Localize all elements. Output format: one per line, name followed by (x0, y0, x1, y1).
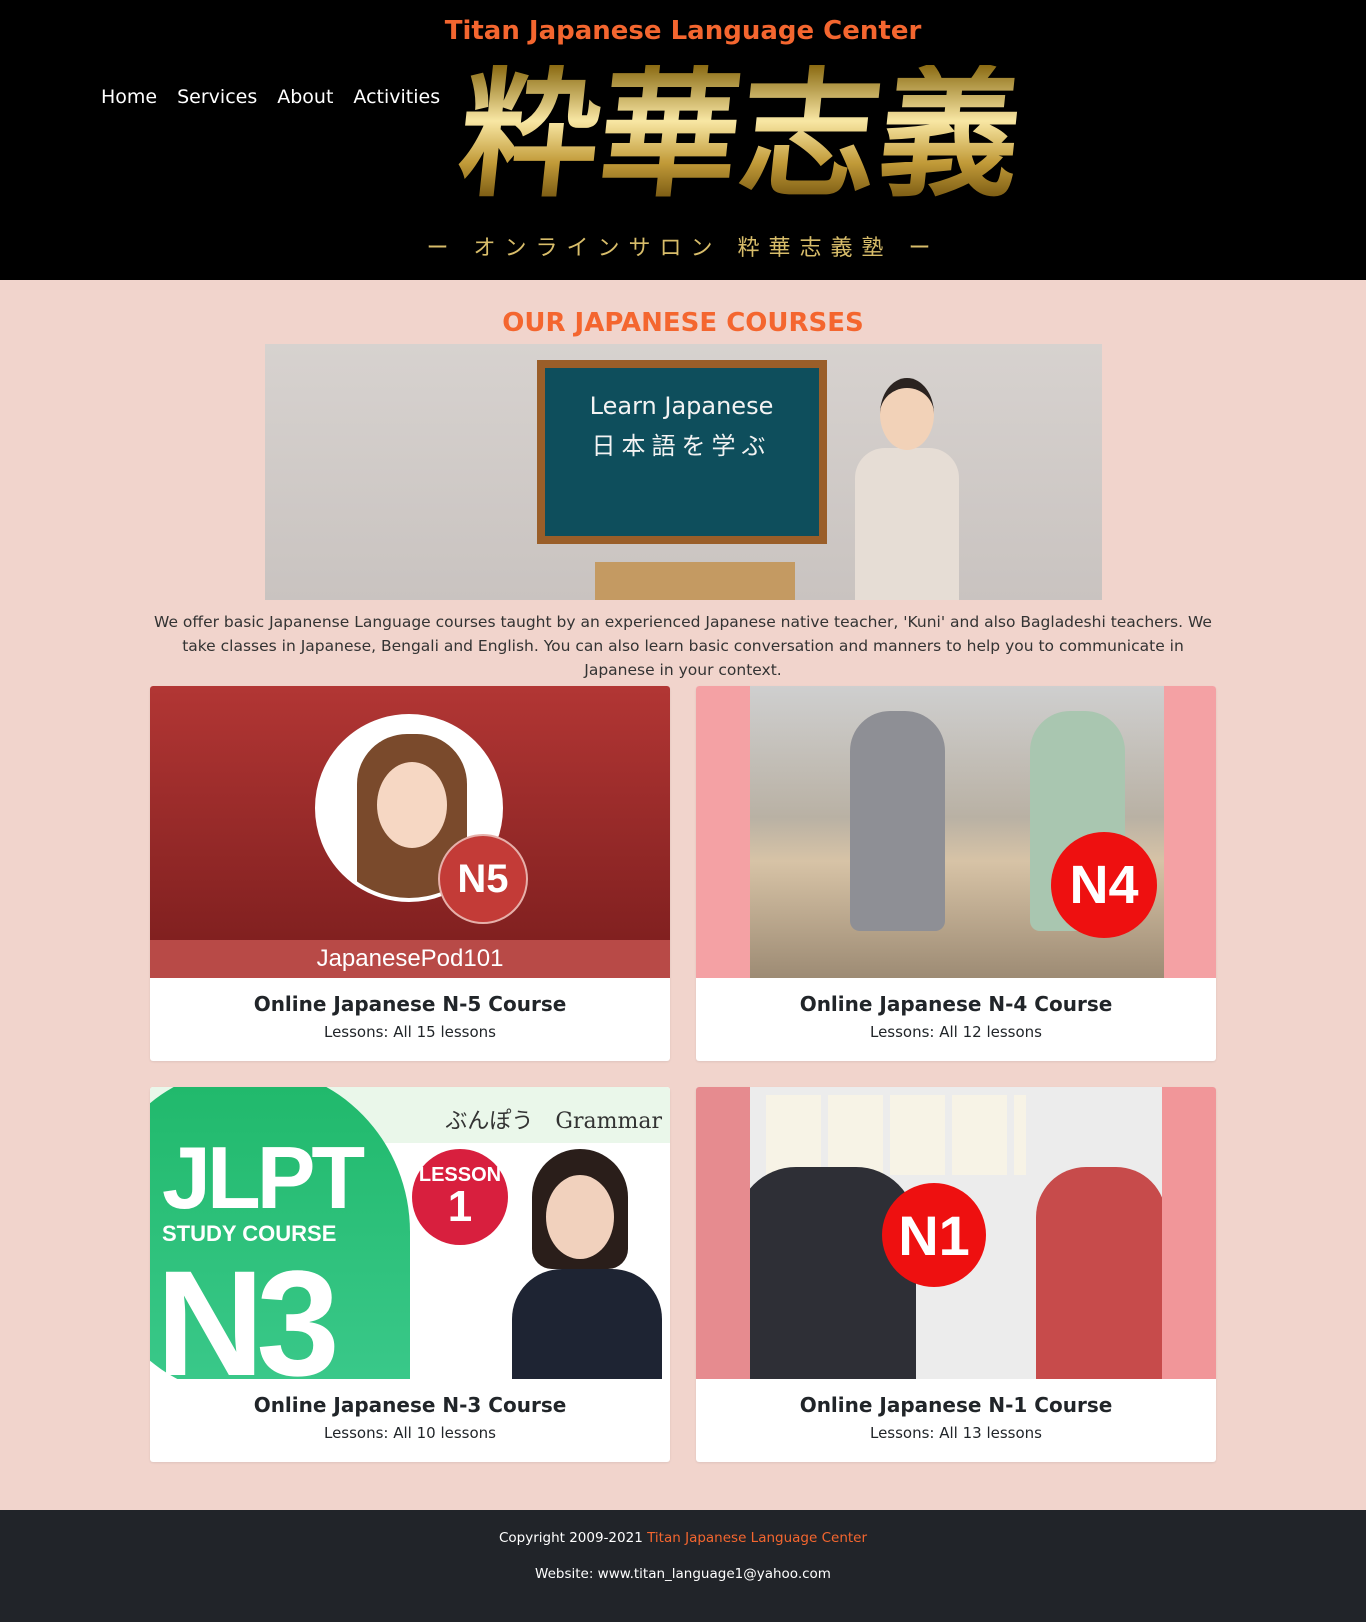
course-title[interactable]: Online Japanese N-5 Course (150, 992, 670, 1016)
chalkboard: Learn Japanese 日本語を学ぶ (536, 360, 827, 544)
level-badge-n5: N5 (438, 834, 528, 924)
course-card-n5[interactable]: N5 JapanesePod101 Online Japanese N-5 Co… (150, 686, 670, 1061)
course-lessons: Lessons: All 10 lessons (323, 1424, 497, 1442)
main-nav: Home Services About Activities (101, 86, 440, 108)
board-text-english: Learn Japanese (589, 392, 774, 420)
nav-services[interactable]: Services (177, 86, 257, 108)
nav-home[interactable]: Home (101, 86, 157, 108)
lesson-number: 1 (447, 1182, 473, 1231)
woman-figure (1036, 1167, 1166, 1379)
calligraphy-logo: 粋 華 志 義 (451, 50, 1028, 220)
level-badge-n4: N4 (1051, 832, 1157, 938)
course-title[interactable]: Online Japanese N-3 Course (150, 1393, 670, 1417)
image-caption: JapanesePod101 (150, 940, 670, 978)
teacher-figure (512, 1149, 662, 1379)
logo-kanji-1: 粋 (451, 53, 609, 217)
learn-japanese-banner: Learn Japanese 日本語を学ぶ (264, 344, 1102, 600)
course-title[interactable]: Online Japanese N-1 Course (696, 1393, 1216, 1417)
copyright-link[interactable]: Titan Japanese Language Center (647, 1530, 867, 1546)
copyright: Copyright 2009-2021 Titan Japanese Langu… (0, 1510, 1366, 1546)
level-badge-n1: N1 (882, 1183, 986, 1287)
course-image-n3: ぶんぽう Grammar JLPT STUDY COURSE N3 LESSON… (150, 1087, 670, 1379)
course-lessons: Lessons: All 15 lessons (323, 1023, 497, 1041)
logo-kanji-3: 志 (731, 53, 889, 217)
card-body: Online Japanese N-3 Course Lessons: All … (150, 1379, 670, 1442)
grammar-label: ぶんぽう Grammar (445, 1109, 662, 1134)
nav-activities[interactable]: Activities (353, 86, 440, 108)
course-card-n1[interactable]: N1 Online Japanese N-1 Course Lessons: A… (696, 1087, 1216, 1462)
logo-kanji-2: 華 (591, 53, 749, 217)
course-lessons: Lessons: All 12 lessons (869, 1023, 1043, 1041)
man-figure (736, 1167, 916, 1379)
course-grid: N5 JapanesePod101 Online Japanese N-5 Co… (150, 686, 1216, 1462)
jlpt-label: JLPT (162, 1128, 365, 1227)
section-title: OUR JAPANESE COURSES (502, 308, 864, 338)
course-image-n4: N4 (696, 686, 1216, 978)
course-card-n4[interactable]: N4 Online Japanese N-4 Course Lessons: A… (696, 686, 1216, 1061)
desk (594, 562, 795, 600)
course-title[interactable]: Online Japanese N-4 Course (696, 992, 1216, 1016)
course-lessons: Lessons: All 13 lessons (869, 1424, 1043, 1442)
card-body: Online Japanese N-4 Course Lessons: All … (696, 978, 1216, 1041)
course-image-n5: N5 JapanesePod101 (150, 686, 670, 978)
card-body: Online Japanese N-1 Course Lessons: All … (696, 1379, 1216, 1442)
intro-text: We offer basic Japanense Language course… (154, 613, 1212, 679)
card-body: Online Japanese N-5 Course Lessons: All … (150, 978, 670, 1041)
site-title: Titan Japanese Language Center (444, 16, 922, 46)
course-image-n1: N1 (696, 1087, 1216, 1379)
website-info: Website: www.titan_language1@yahoo.com (535, 1566, 831, 1582)
board-text-japanese: 日本語を学ぶ (591, 432, 772, 460)
site-header: Titan Japanese Language Center Home Serv… (0, 0, 1366, 280)
logo-kanji-4: 義 (871, 53, 1029, 217)
wall-posters (766, 1095, 1026, 1175)
copyright-prefix: Copyright 2009-2021 (498, 1530, 648, 1546)
nav-about[interactable]: About (277, 86, 333, 108)
course-card-n3[interactable]: ぶんぽう Grammar JLPT STUDY COURSE N3 LESSON… (150, 1087, 670, 1462)
lesson-badge: LESSON 1 (412, 1149, 508, 1245)
level-label-n3: N3 (156, 1239, 340, 1379)
logo-subtitle: ー オンラインサロン 粋華志義塾 ー (426, 236, 940, 261)
site-footer: Copyright 2009-2021 Titan Japanese Langu… (0, 1510, 1366, 1622)
teacher-figure (845, 378, 965, 600)
